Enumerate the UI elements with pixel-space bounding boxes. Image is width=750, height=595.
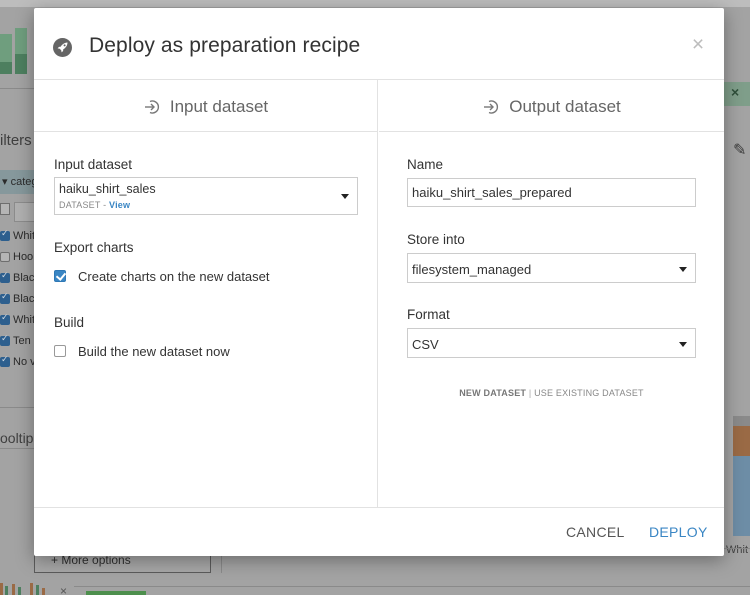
export-charts-label: Export charts [54, 240, 134, 255]
background-mini-chart [0, 28, 30, 74]
dataset-mode-toggle: NEW DATASET | USE EXISTING DATASET [379, 388, 724, 398]
background-filter-text: Whit [13, 230, 34, 242]
background-mini-bar [30, 583, 33, 595]
background-filter-text: Blac [13, 272, 34, 284]
caret-down-icon [679, 342, 687, 347]
background-chart-bar [733, 416, 750, 426]
background-divider [0, 88, 34, 89]
dataset-mode-separator: | [528, 388, 532, 398]
background-remove-icon: × [60, 584, 68, 595]
background-mini-bar [36, 585, 39, 595]
background-bottom-chart [0, 583, 60, 595]
store-into-select[interactable]: filesystem_managed [407, 253, 696, 283]
dataset-type-text: DATASET [59, 200, 101, 210]
deploy-button[interactable]: DEPLOY [649, 524, 708, 540]
caret-down-icon [341, 194, 349, 199]
output-name-input[interactable] [407, 178, 696, 207]
build-now-label: Build the new dataset now [78, 344, 230, 359]
sign-out-icon [484, 100, 499, 114]
input-dataset-heading: Input dataset [34, 80, 377, 132]
background-chart-bar [733, 426, 750, 456]
background-filter-text: No v [13, 356, 34, 368]
background-category-header: ▾ categ [0, 170, 34, 194]
background-mini-bar [0, 583, 3, 595]
background-divider [0, 448, 34, 449]
background-tooltip-label: ooltip [0, 430, 34, 446]
background-filter-search [14, 202, 36, 222]
caret-down-icon [679, 267, 687, 272]
create-charts-label: Create charts on the new dataset [78, 269, 270, 284]
cancel-button[interactable]: CANCEL [566, 524, 625, 540]
background-top-strip [0, 0, 750, 7]
build-label: Build [54, 315, 85, 330]
background-mini-bar [15, 54, 27, 74]
background-filter-text: Hoo [13, 251, 34, 263]
background-progress-strip [86, 591, 146, 595]
background-mini-bar [18, 587, 21, 595]
build-now-checkbox[interactable] [54, 345, 66, 357]
background-filter-text: Ten [13, 335, 31, 347]
create-charts-checkbox[interactable] [54, 270, 66, 282]
background-select-all-checkbox [0, 203, 10, 215]
background-filter-checkbox [0, 252, 10, 263]
format-select[interactable]: CSV [407, 328, 696, 358]
background-divider [0, 407, 34, 408]
background-divider [74, 586, 750, 587]
background-filter-checkbox [0, 230, 10, 242]
output-dataset-heading-text: Output dataset [509, 97, 621, 116]
background-filter-row: Blac [0, 293, 34, 309]
background-filter-text: Blac [13, 293, 34, 305]
output-dataset-heading: Output dataset [379, 80, 724, 132]
background-filter-row: Whit [0, 230, 34, 246]
dialog-header: Deploy as preparation recipe × [34, 8, 724, 80]
background-filter-checkbox [0, 356, 10, 368]
background-filter-row: Hoo [0, 251, 34, 267]
name-label: Name [407, 157, 444, 172]
use-existing-dataset-option[interactable]: USE EXISTING DATASET [534, 388, 644, 398]
background-close-icon: × [731, 84, 740, 100]
background-filter-row: Blac [0, 272, 34, 288]
dialog-title: Deploy as preparation recipe [89, 34, 361, 57]
store-into-value: filesystem_managed [412, 262, 532, 277]
background-filter-checkbox [0, 293, 10, 305]
output-dataset-panel: Output dataset Name Store into filesyste… [379, 80, 724, 507]
view-dataset-link[interactable]: View [109, 200, 130, 210]
background-pencil-icon: ✎ [733, 142, 747, 159]
background-filter-checkbox [0, 314, 10, 326]
background-mini-bar [42, 588, 45, 595]
new-dataset-option[interactable]: NEW DATASET [459, 388, 526, 398]
input-dataset-select[interactable]: haiku_shirt_sales DATASET - View [54, 177, 358, 215]
input-dataset-heading-text: Input dataset [169, 97, 269, 116]
deploy-recipe-dialog: Deploy as preparation recipe × Input dat… [34, 8, 724, 556]
dataset-meta-separator: - [100, 200, 110, 210]
close-button[interactable]: × [689, 34, 707, 56]
store-into-label: Store into [407, 232, 465, 247]
input-dataset-value: haiku_shirt_sales [59, 182, 156, 196]
input-dataset-panel: Input dataset Input dataset haiku_shirt_… [34, 80, 378, 507]
background-chart-bar [733, 456, 750, 536]
background-category-label: categ [10, 176, 34, 188]
background-filter-checkbox [0, 272, 10, 284]
input-dataset-label: Input dataset [54, 157, 133, 172]
dialog-footer: CANCEL DEPLOY [34, 507, 724, 556]
rocket-icon-glyph [57, 42, 68, 53]
format-value: CSV [412, 337, 439, 352]
background-filters-label: ilters [0, 132, 32, 149]
rocket-icon [53, 38, 72, 57]
background-filter-row: No v [0, 356, 34, 372]
sign-in-icon [144, 100, 159, 114]
background-filter-text: Whit [13, 314, 34, 326]
format-label: Format [407, 307, 450, 322]
background-filter-row: Ten [0, 335, 34, 351]
input-dataset-meta: DATASET - View [59, 200, 130, 210]
background-mini-bar [12, 584, 15, 595]
background-filter-checkbox [0, 335, 10, 347]
background-mini-bar [0, 62, 12, 74]
background-filter-row: Whit [0, 314, 34, 330]
background-mini-bar [5, 586, 8, 595]
